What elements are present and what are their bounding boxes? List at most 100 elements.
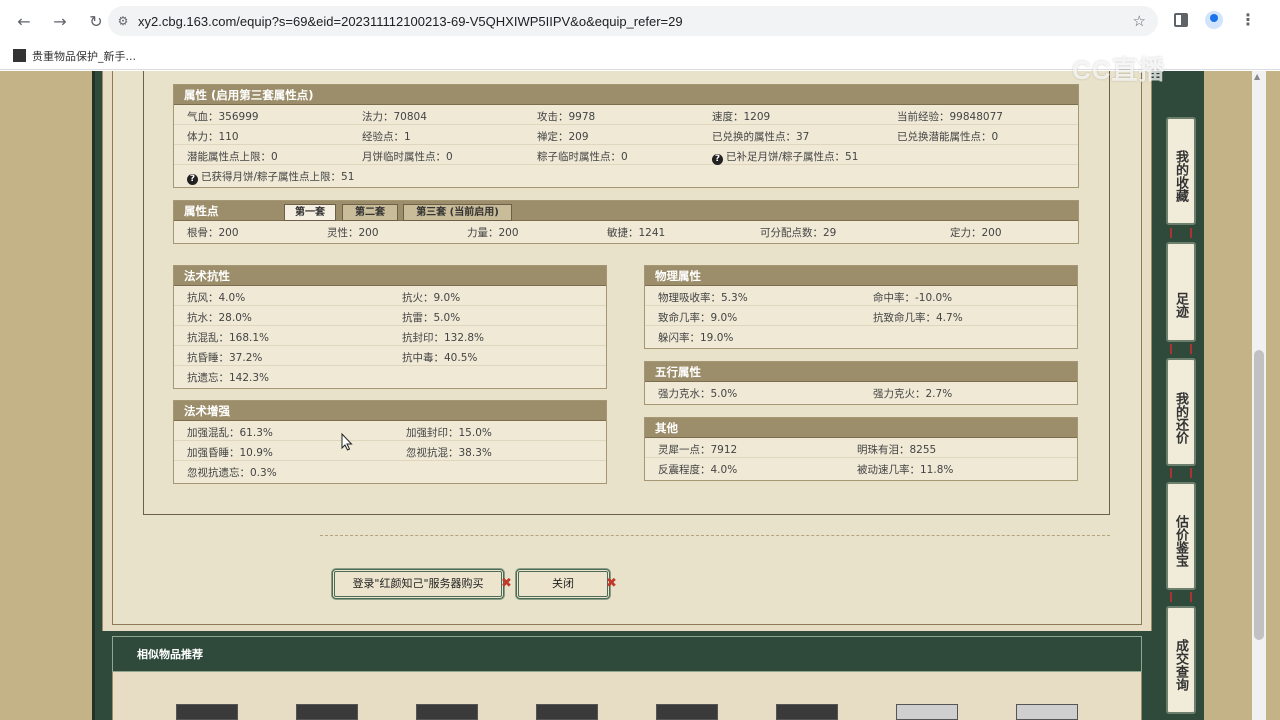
point-value: 灵性：200 (327, 227, 379, 239)
side-tab-appraisal[interactable]: 估价鉴宝 (1166, 482, 1196, 590)
resist-row: 抗水：28.0% 抗雷：5.0% (174, 306, 606, 326)
other-row: 灵犀一点：7912 明珠有泪：8255 (645, 438, 1077, 458)
other-row: 反震程度：4.0% 被动速几率：11.8% (645, 458, 1077, 478)
bookmark-item[interactable]: 贵重物品保护_新手... (32, 48, 136, 64)
physical-value: 躲闪率：19.0% (658, 332, 734, 344)
bookmark-star-icon[interactable]: ☆ (1133, 12, 1146, 30)
left-decoration (0, 71, 92, 720)
mouse-cursor-icon (341, 433, 353, 451)
similar-item-avatar[interactable] (536, 704, 598, 720)
attr-value: 已兑换潜能属性点：0 (897, 131, 999, 143)
physical-value: 致命几率：9.0% (658, 312, 738, 324)
resist-row: 抗混乱：168.1% 抗封印：132.8% (174, 326, 606, 346)
spell-enhance-panel: 法术增强 加强混乱：61.3% 加强封印：15.0% 加强昏睡：10.9% 忽视… (173, 400, 607, 484)
similar-item-avatar[interactable] (296, 704, 358, 720)
elements-row: 强力克水：5.0% 强力克火：2.7% (645, 382, 1077, 402)
side-panel-icon[interactable] (1174, 13, 1188, 27)
scrollbar-thumb[interactable] (1254, 350, 1264, 640)
side-tab-favorites[interactable]: 我的收藏 (1166, 117, 1196, 225)
resist-value: 抗遗忘：142.3% (187, 372, 270, 384)
points-title-text: 属性点 (184, 204, 219, 218)
physical-value: 抗致命几率：4.7% (873, 312, 963, 324)
resist-value: 抗昏睡：37.2% (187, 352, 263, 364)
attr-value: 当前经验：99848077 (897, 111, 1003, 123)
scroll-up-icon[interactable]: ▲ (1254, 72, 1260, 81)
divider (320, 535, 1110, 536)
other-value: 明珠有泪：8255 (857, 444, 937, 456)
side-divider (1170, 344, 1192, 354)
enhance-value: 加强封印：15.0% (406, 427, 492, 439)
enhance-value: 加强昏睡：10.9% (187, 447, 273, 459)
physical-value: 物理吸收率：5.3% (658, 292, 748, 304)
other-value: 被动速几率：11.8% (857, 464, 954, 476)
attr-value: 气血：356999 (187, 111, 259, 123)
address-bar[interactable]: ⚙ xy2.cbg.163.com/equip?s=69&eid=2023111… (108, 6, 1158, 36)
help-icon[interactable]: ? (187, 174, 198, 185)
point-value: 敏捷：1241 (607, 227, 666, 239)
physical-row: 物理吸收率：5.3% 命中率：-10.0% (645, 286, 1077, 306)
tab-set-3[interactable]: 第三套 (当前启用) (403, 204, 512, 221)
menu-icon[interactable]: ⋮ (1240, 10, 1256, 29)
close-x-icon: ✖ (606, 576, 617, 591)
point-value: 根骨：200 (187, 227, 239, 239)
attr-row: 潜能属性点上限：0 月饼临时属性点：0 粽子临时属性点：0 ? 已补足月饼/粽子属… (174, 145, 1078, 165)
similar-items-title: 相似物品推荐 (112, 636, 1142, 672)
point-value: 力量：200 (467, 227, 519, 239)
back-icon[interactable]: ← (8, 5, 40, 37)
attr-value: 粽子临时属性点：0 (537, 151, 628, 163)
side-tab-footprints[interactable]: 足迹 (1166, 242, 1196, 342)
similar-item-avatar[interactable] (176, 704, 238, 720)
similar-items-area (112, 672, 1142, 720)
points-row: 根骨：200 灵性：200 力量：200 敏捷：1241 可分配点数：29 定力… (174, 221, 1078, 241)
physical-title: 物理属性 (645, 266, 1077, 286)
forward-icon[interactable]: → (44, 5, 76, 37)
resist-title: 法术抗性 (174, 266, 606, 286)
enhance-value: 加强混乱：61.3% (187, 427, 273, 439)
attr-value: ? 已补足月饼/粽子属性点：51 (712, 149, 858, 165)
side-tab-deals[interactable]: 成交查询 (1166, 606, 1196, 714)
resist-value: 抗火：9.0% (402, 292, 461, 304)
point-value: 可分配点数：29 (760, 227, 837, 239)
point-value: 定力：200 (950, 227, 1002, 239)
attributes-panel: 属性 (启用第三套属性点) 气血：356999 法力：70804 攻击：9978… (173, 84, 1079, 188)
elements-title: 五行属性 (645, 362, 1077, 382)
tab-set-1[interactable]: 第一套 (284, 204, 336, 221)
enhance-row: 加强混乱：61.3% 加强封印：15.0% (174, 421, 606, 441)
similar-item-avatar[interactable] (416, 704, 478, 720)
enhance-title: 法术增强 (174, 401, 606, 421)
attr-value: 体力：110 (187, 131, 239, 143)
other-panel: 其他 灵犀一点：7912 明珠有泪：8255 反震程度：4.0% 被动速几率：1… (644, 417, 1078, 481)
other-title: 其他 (645, 418, 1077, 438)
similar-item-avatar[interactable] (1016, 704, 1078, 720)
login-buy-button[interactable]: 登录"红颜知己"服务器购买 (332, 569, 504, 599)
points-title: 属性点 第一套 第二套 第三套 (当前启用) (174, 201, 1078, 221)
similar-item-avatar[interactable] (776, 704, 838, 720)
resist-value: 抗雷：5.0% (402, 312, 461, 324)
side-divider (1170, 592, 1192, 602)
close-button[interactable]: 关闭 (516, 569, 610, 599)
resist-value: 抗封印：132.8% (402, 332, 485, 344)
elements-panel: 五行属性 强力克水：5.0% 强力克火：2.7% (644, 361, 1078, 405)
attributes-title: 属性 (启用第三套属性点) (174, 85, 1078, 105)
help-icon[interactable]: ? (712, 154, 723, 165)
attr-value-text: 已获得月饼/粽子属性点上限：51 (201, 171, 355, 183)
enhance-value: 忽视抗遗忘：0.3% (187, 467, 277, 479)
other-value: 灵犀一点：7912 (658, 444, 738, 456)
resist-value: 抗混乱：168.1% (187, 332, 270, 344)
attr-value: 经验点：1 (362, 131, 411, 143)
similar-item-avatar[interactable] (896, 704, 958, 720)
profile-icon[interactable] (1205, 11, 1223, 29)
tab-set-2[interactable]: 第二套 (342, 204, 398, 221)
attr-value: 禅定：209 (537, 131, 589, 143)
similar-item-avatar[interactable] (656, 704, 718, 720)
resist-row: 抗昏睡：37.2% 抗中毒：40.5% (174, 346, 606, 366)
attr-value: 已兑换的属性点：37 (712, 131, 810, 143)
attr-row: ? 已获得月饼/粽子属性点上限：51 (174, 165, 1078, 185)
side-divider (1170, 468, 1192, 478)
side-tab-my-offers[interactable]: 我的还价 (1166, 358, 1196, 466)
resist-row: 抗遗忘：142.3% (174, 366, 606, 386)
resist-row: 抗风：4.0% 抗火：9.0% (174, 286, 606, 306)
attr-value: 攻击：9978 (537, 111, 596, 123)
physical-value: 命中率：-10.0% (873, 292, 953, 304)
site-info-icon[interactable]: ⚙ (108, 14, 138, 28)
